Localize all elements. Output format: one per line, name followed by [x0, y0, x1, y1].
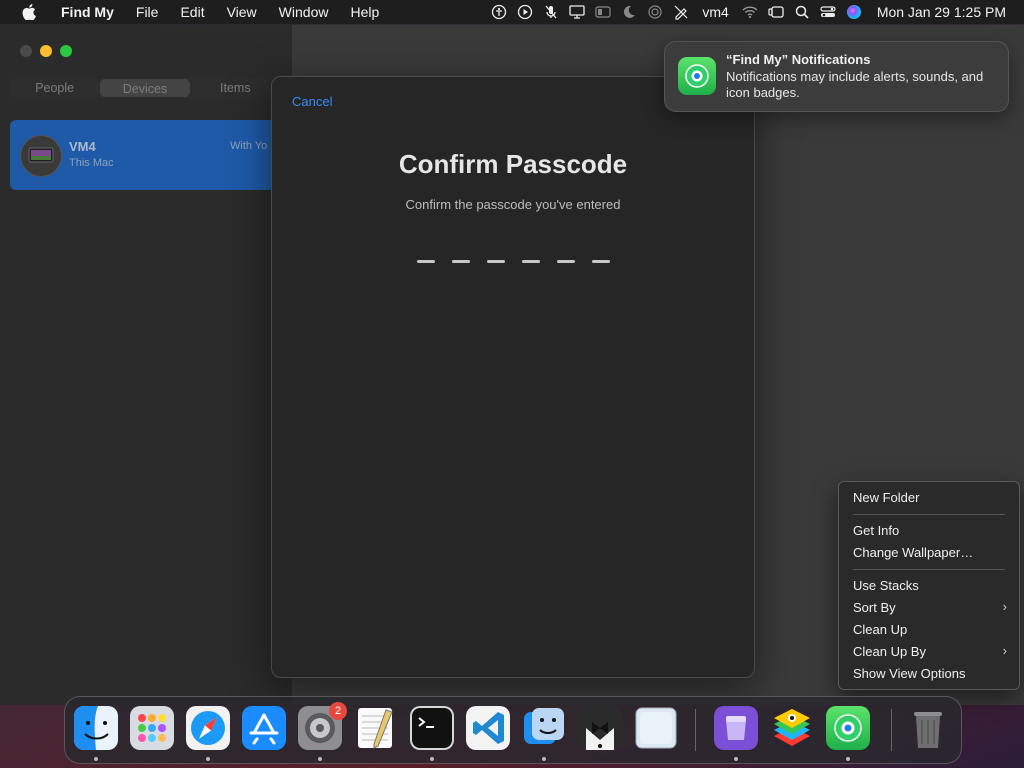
- stage-manager-icon[interactable]: [763, 0, 789, 24]
- chevron-right-icon: ›: [1002, 643, 1007, 658]
- find-my-icon[interactable]: [826, 706, 870, 750]
- menu-item-show-view-options[interactable]: Show View Options: [853, 666, 966, 681]
- airdrop-icon[interactable]: [642, 0, 668, 24]
- launchpad-icon[interactable]: [130, 706, 174, 750]
- menu-item-use-stacks[interactable]: Use Stacks: [853, 578, 919, 593]
- minimize-window-button[interactable]: [40, 45, 52, 57]
- passcode-digit-slot: [487, 260, 505, 263]
- running-indicator: [846, 757, 850, 761]
- passcode-digit-slot: [557, 260, 575, 263]
- dock: 2: [64, 696, 962, 764]
- running-indicator: [430, 757, 434, 761]
- tab-items[interactable]: Items: [191, 78, 280, 98]
- dialog-title: Confirm Passcode: [398, 149, 628, 179]
- running-indicator: [318, 757, 322, 761]
- display-icon[interactable]: [564, 0, 590, 24]
- device-name: VM4: [69, 139, 96, 154]
- desktop-context-menu: New Folder Get Info Change Wallpaper… Us…: [838, 481, 1020, 690]
- menu-item-clean-up-by[interactable]: Clean Up By: [853, 644, 926, 659]
- running-indicator: [206, 757, 210, 761]
- menu-edit[interactable]: Edit: [169, 4, 215, 20]
- menu-item-get-info[interactable]: Get Info: [853, 523, 899, 538]
- play-icon[interactable]: [512, 0, 538, 24]
- notification-badge: 2: [329, 702, 347, 720]
- menu-bar: Find My File Edit View Window Help vm4 M…: [0, 0, 1024, 24]
- sidebar: People Devices Items VM4 This Mac With Y…: [0, 25, 292, 705]
- safari-icon[interactable]: [186, 706, 230, 750]
- mac-device-icon: [20, 135, 62, 177]
- spotlight-search-icon[interactable]: [789, 0, 815, 24]
- apple-menu-icon[interactable]: [18, 4, 40, 20]
- passcode-digit-slot: [592, 260, 610, 263]
- accessibility-icon[interactable]: [486, 0, 512, 24]
- wifi-icon[interactable]: [737, 0, 763, 24]
- menu-window[interactable]: Window: [268, 4, 340, 20]
- zoom-window-button[interactable]: [60, 45, 72, 57]
- bluestacks-icon[interactable]: [770, 706, 814, 750]
- notification-title: “Find My” Notifications: [726, 52, 871, 67]
- menu-file[interactable]: File: [125, 4, 170, 20]
- passcode-input[interactable]: [417, 260, 610, 263]
- menu-item-sort-by[interactable]: Sort By: [853, 600, 896, 615]
- trash-icon[interactable]: [906, 706, 950, 750]
- confirm-passcode-dialog: Cancel Confirm Passcode Confirm the pass…: [271, 76, 755, 678]
- running-indicator: [734, 757, 738, 761]
- menu-item-clean-up[interactable]: Clean Up: [853, 622, 907, 637]
- menu-item-change-wallpaper[interactable]: Change Wallpaper…: [853, 545, 973, 560]
- passcode-digit-slot: [417, 260, 435, 263]
- running-indicator: [542, 757, 546, 761]
- migration-assistant-icon[interactable]: [522, 706, 566, 750]
- tab-people[interactable]: People: [10, 78, 99, 98]
- sidebar-tab-control: People Devices Items: [10, 78, 280, 98]
- passcode-digit-slot: [522, 260, 540, 263]
- apple-configurator-icon[interactable]: [714, 706, 758, 750]
- menu-app-name[interactable]: Find My: [50, 4, 125, 20]
- control-center-icon[interactable]: [815, 0, 841, 24]
- preview-icon[interactable]: [634, 706, 678, 750]
- notification-body: Notifications may include alerts, sounds…: [726, 69, 984, 100]
- menu-view[interactable]: View: [216, 4, 268, 20]
- app-store-icon[interactable]: [242, 706, 286, 750]
- passcode-digit-slot: [452, 260, 470, 263]
- focus-moon-icon[interactable]: [616, 0, 642, 24]
- menu-item-new-folder[interactable]: New Folder: [853, 490, 919, 505]
- tab-devices[interactable]: Devices: [100, 79, 190, 97]
- notification-banner[interactable]: “Find My” Notifications Notifications ma…: [664, 41, 1009, 112]
- menu-help[interactable]: Help: [339, 4, 390, 20]
- running-indicator: [94, 757, 98, 761]
- find-my-app-icon: [678, 57, 716, 95]
- pencil-off-icon[interactable]: [668, 0, 694, 24]
- vscode-icon[interactable]: [466, 706, 510, 750]
- window-tile-icon[interactable]: [590, 0, 616, 24]
- finder-icon[interactable]: [74, 706, 118, 750]
- window-controls: [20, 45, 72, 57]
- device-subtitle: This Mac: [69, 157, 114, 169]
- menu-separator: [853, 569, 1005, 570]
- menu-separator: [853, 514, 1005, 515]
- cancel-button[interactable]: Cancel: [292, 94, 332, 109]
- bartender-icon[interactable]: [578, 706, 622, 750]
- terminal-icon[interactable]: [410, 706, 454, 750]
- mic-muted-icon[interactable]: [538, 0, 564, 24]
- dialog-subtitle: Confirm the passcode you've entered: [405, 197, 621, 212]
- menu-clock[interactable]: Mon Jan 29 1:25 PM: [867, 4, 1024, 20]
- textedit-icon[interactable]: [354, 706, 398, 750]
- siri-icon[interactable]: [841, 0, 867, 24]
- device-status: With Yo: [230, 140, 268, 152]
- close-window-button[interactable]: [20, 45, 32, 57]
- dock-separator: [695, 709, 696, 751]
- user-name-status[interactable]: vm4: [694, 4, 736, 20]
- chevron-right-icon: ›: [1002, 599, 1007, 614]
- device-list-item[interactable]: VM4 This Mac With Yo: [10, 120, 290, 190]
- dock-separator: [891, 709, 892, 751]
